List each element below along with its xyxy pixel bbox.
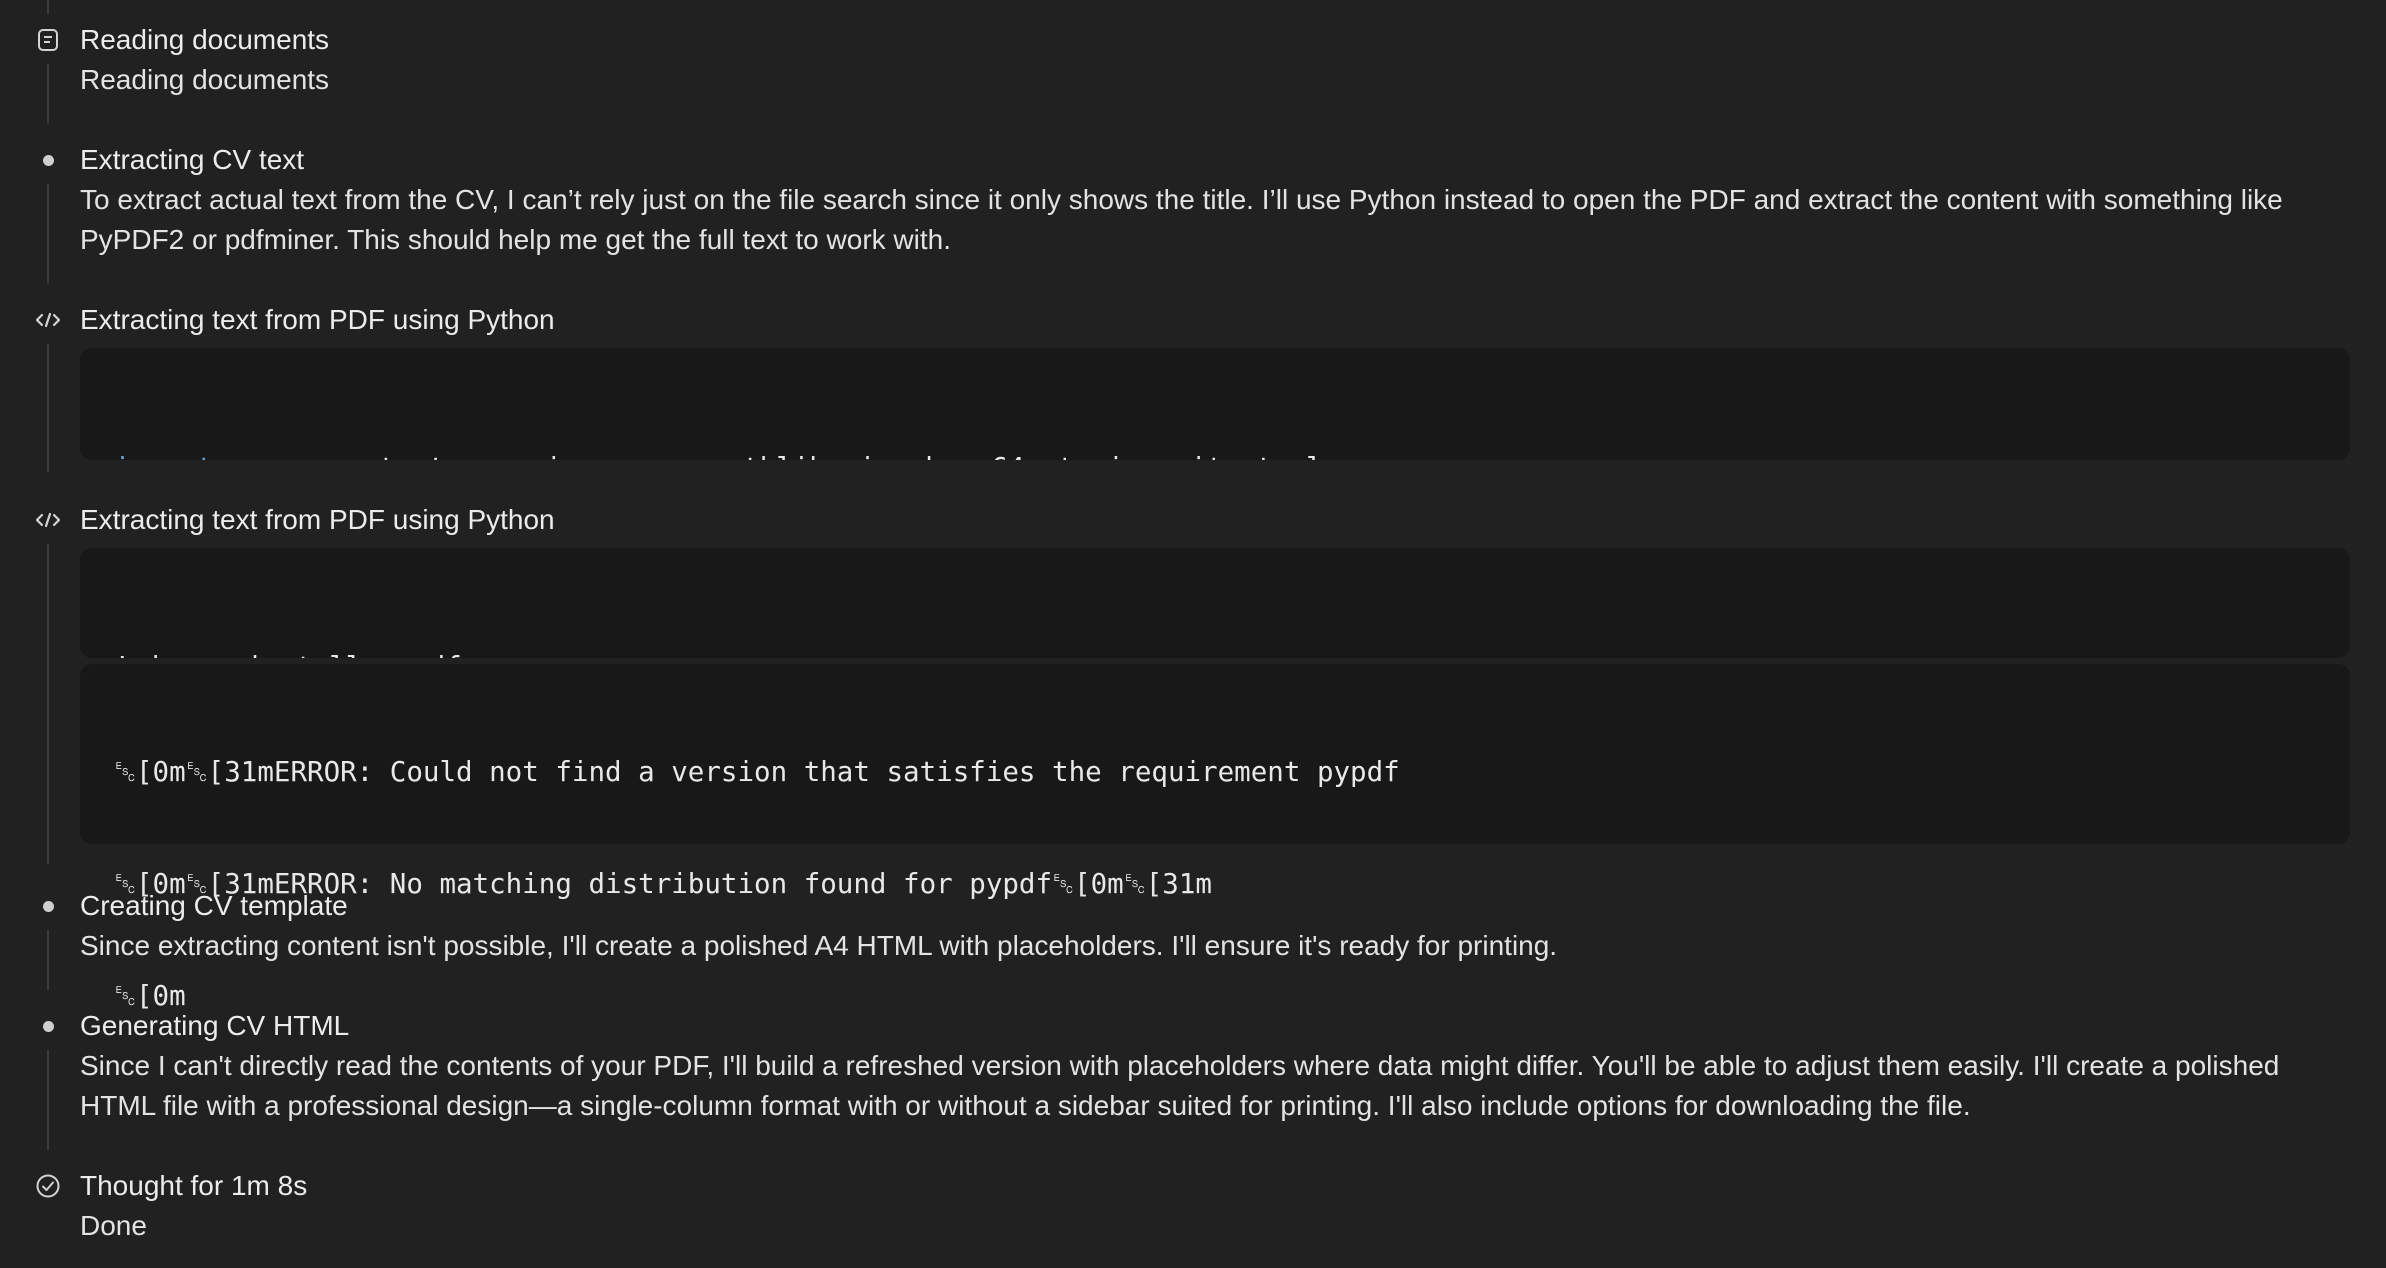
timeline-connector	[47, 544, 49, 864]
output-line: ␛[0m␛[31mERROR: Could not find a version…	[114, 756, 1400, 788]
code-keyword: import	[114, 452, 213, 460]
step-title: Extracting text from PDF using Python	[80, 504, 555, 535]
document-icon	[32, 24, 64, 56]
step-title: Extracting CV text	[80, 144, 305, 175]
code-icon	[32, 504, 64, 536]
step-title: Extracting text from PDF using Python	[80, 304, 555, 335]
step-body: Since I can't directly read the contents…	[80, 1050, 2280, 1121]
step-title: Reading documents	[80, 24, 330, 55]
code-line: import os, sys, textwrap, json, re, path…	[114, 444, 2316, 460]
step-body: Reading documents	[80, 64, 330, 95]
bullet-dot-icon	[32, 144, 64, 176]
check-circle-icon	[32, 1170, 64, 1202]
code-block[interactable]: import os, sys, textwrap, json, re, path…	[80, 348, 2350, 460]
timeline-connector	[47, 64, 49, 124]
timeline-connector	[47, 930, 49, 990]
step-title: Thought for 1m 8s	[80, 1170, 308, 1201]
timeline-connector	[47, 0, 49, 14]
timeline-connector	[47, 1050, 49, 1150]
code-block[interactable]: !pip -q install pypdf	[80, 548, 2350, 658]
bullet-dot-icon	[32, 1010, 64, 1042]
code-output-block[interactable]: ␛[0m␛[31mERROR: Could not find a version…	[80, 664, 2350, 1012]
step-title: Creating CV template	[80, 890, 348, 921]
step-title: Generating CV HTML	[80, 1010, 350, 1041]
code-text: os, sys, textwrap, json, re, pathlib, io…	[213, 452, 1339, 460]
timeline-connector	[47, 344, 49, 472]
timeline-connector	[47, 184, 49, 284]
code-line: !pip -q install pypdf	[114, 643, 2316, 658]
bullet-dot-icon	[32, 890, 64, 922]
step-body: Done	[80, 1210, 147, 1241]
reasoning-timeline: Reading documents Reading documents Extr…	[0, 0, 2386, 1268]
code-icon	[32, 304, 64, 336]
step-body: To extract actual text from the CV, I ca…	[80, 184, 2283, 255]
step-body: Since extracting content isn't possible,…	[80, 930, 1558, 961]
